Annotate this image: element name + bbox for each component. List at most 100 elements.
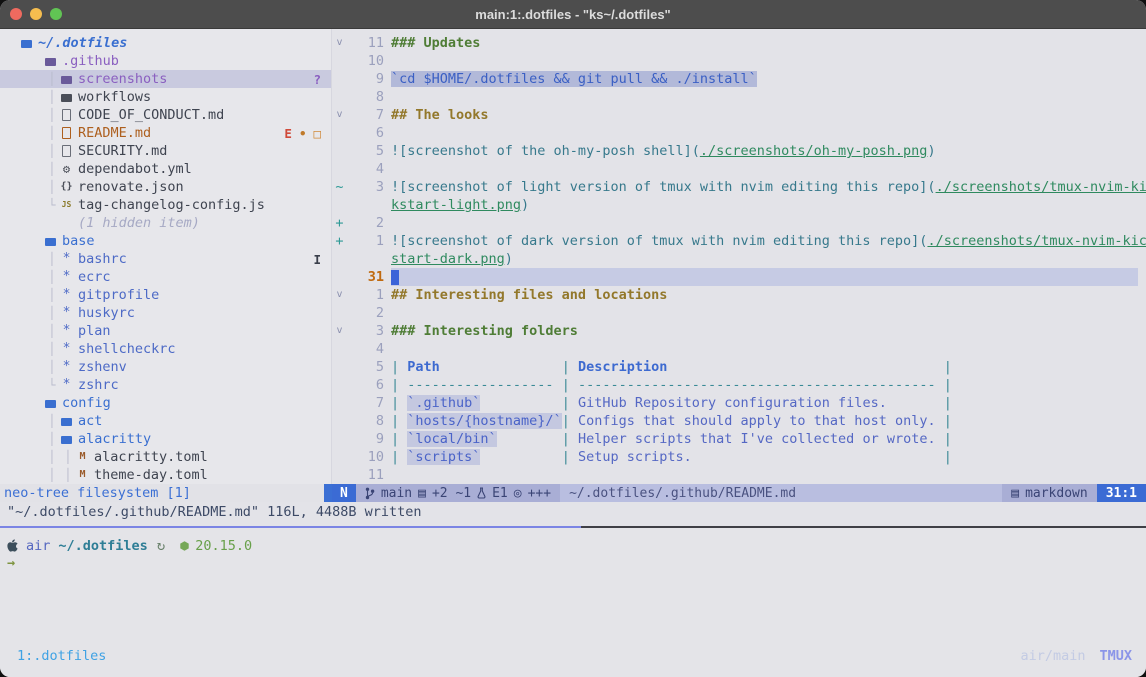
syntax-segment: ### Updates bbox=[391, 35, 480, 51]
editor-line[interactable]: start-dark.png) bbox=[332, 250, 1146, 268]
syntax-segment: kstart-light.png bbox=[391, 197, 521, 213]
editor-line[interactable]: 9| `local/bin` | Helper scripts that I'v… bbox=[332, 430, 1146, 448]
fold-marker[interactable]: v bbox=[332, 34, 347, 52]
tree-item-zshenv[interactable]: │*zshenv bbox=[0, 358, 331, 376]
line-number: 4 bbox=[347, 340, 391, 358]
mode-indicator: N bbox=[332, 484, 356, 502]
tree-item-alacritty-toml[interactable]: ││Malacritty.toml bbox=[0, 448, 331, 466]
tree-item-plan[interactable]: │*plan bbox=[0, 322, 331, 340]
gutter bbox=[332, 88, 347, 106]
tree-item-code-of-conduct-md[interactable]: │CODE_OF_CONDUCT.md bbox=[0, 106, 331, 124]
folder-icon bbox=[60, 92, 73, 102]
fold-marker[interactable]: v bbox=[332, 322, 347, 340]
tree-item-badge: I bbox=[313, 252, 321, 267]
editor-line[interactable]: 6| ------------------ | ----------------… bbox=[332, 376, 1146, 394]
editor-line[interactable]: v3### Interesting folders bbox=[332, 322, 1146, 340]
tree-guide: │ bbox=[44, 286, 60, 304]
editor-line[interactable]: v7## The looks bbox=[332, 106, 1146, 124]
tree-guide: └ bbox=[44, 376, 60, 394]
tree-item-ecrc[interactable]: │*ecrc bbox=[0, 268, 331, 286]
syntax-segment: ./screenshots/oh-my-posh.png bbox=[700, 143, 928, 159]
minimize-button[interactable] bbox=[30, 8, 42, 20]
tree-item-bashrc[interactable]: │*bashrcI bbox=[0, 250, 331, 268]
star-icon: * bbox=[60, 250, 73, 268]
git-sign: + bbox=[332, 214, 347, 232]
zoom-button[interactable] bbox=[50, 8, 62, 20]
line-text bbox=[391, 214, 1146, 232]
tree-item-gitprofile[interactable]: │*gitprofile bbox=[0, 286, 331, 304]
tree-item-label: act bbox=[78, 412, 102, 430]
line-text: | `local/bin` | Helper scripts that I've… bbox=[391, 430, 1146, 448]
editor-line[interactable]: +2 bbox=[332, 214, 1146, 232]
tree-item-github[interactable]: .github bbox=[0, 52, 331, 70]
editor-line[interactable]: 4 bbox=[332, 160, 1146, 178]
tree-item-dependabot-yml[interactable]: │⚙dependabot.yml bbox=[0, 160, 331, 178]
gutter bbox=[332, 430, 347, 448]
tree-item-config[interactable]: config bbox=[0, 394, 331, 412]
tree-item-shellcheckrc[interactable]: │*shellcheckrc bbox=[0, 340, 331, 358]
editor-line[interactable]: 7| `.github` | GitHub Repository configu… bbox=[332, 394, 1146, 412]
toml-icon: M bbox=[76, 448, 89, 466]
syntax-segment: Path bbox=[407, 359, 440, 375]
tree-item-act[interactable]: │act bbox=[0, 412, 331, 430]
tmux-window-label[interactable]: 1:.dotfiles bbox=[17, 648, 106, 664]
editor-line[interactable]: v11### Updates bbox=[332, 34, 1146, 52]
line-number: 6 bbox=[347, 376, 391, 394]
line-text: ## The looks bbox=[391, 106, 1146, 124]
tree-item-huskyrc[interactable]: │*huskyrc bbox=[0, 304, 331, 322]
tree-item-renovate-json[interactable]: │{}renovate.json bbox=[0, 178, 331, 196]
tree-item-dotfiles[interactable]: ~/.dotfiles bbox=[0, 34, 331, 52]
editor-line[interactable]: 5| Path | Description | bbox=[332, 358, 1146, 376]
syntax-segment bbox=[497, 431, 562, 447]
tree-item-theme-day-toml[interactable]: ││Mtheme-day.toml bbox=[0, 466, 331, 484]
editor-line[interactable]: 4 bbox=[332, 340, 1146, 358]
tree-item-label: CODE_OF_CONDUCT.md bbox=[78, 106, 224, 124]
tree-guide: │ bbox=[44, 358, 60, 376]
tree-item-label: shellcheckrc bbox=[78, 340, 176, 358]
editor-line[interactable]: kstart-light.png) bbox=[332, 196, 1146, 214]
tree-item-alacritty[interactable]: │alacritty bbox=[0, 430, 331, 448]
tree-item-label: ~/.dotfiles bbox=[38, 34, 127, 52]
tree-item-readme-md[interactable]: │README.mdE•□ bbox=[0, 124, 331, 142]
editor-line[interactable]: +1![screenshot of dark version of tmux w… bbox=[332, 232, 1146, 250]
tree-item-label: tag-changelog-config.js bbox=[78, 196, 265, 214]
editor-line[interactable]: 10| `scripts` | Setup scripts. | bbox=[332, 448, 1146, 466]
tree-item-base[interactable]: base bbox=[0, 232, 331, 250]
fold-marker[interactable]: v bbox=[332, 106, 347, 124]
editor-line[interactable]: 8| `hosts/{hostname}/`| Configs that sho… bbox=[332, 412, 1146, 430]
tree-item-label: screenshots bbox=[78, 70, 167, 88]
editor-line[interactable]: 31 bbox=[332, 268, 1146, 286]
editor-line[interactable]: v1## Interesting files and locations bbox=[332, 286, 1146, 304]
tree-item-badge: □ bbox=[313, 126, 321, 141]
tree-item-label: workflows bbox=[78, 88, 151, 106]
editor-line[interactable]: 10 bbox=[332, 52, 1146, 70]
git-segment: main ▤ +2 ~1 E1 ◎ +++ bbox=[356, 484, 560, 502]
line-number: 9 bbox=[347, 430, 391, 448]
editor-line[interactable]: 6 bbox=[332, 124, 1146, 142]
folder-icon bbox=[60, 74, 73, 84]
tree-item-tag-changelog-config-js[interactable]: └JStag-changelog-config.js bbox=[0, 196, 331, 214]
close-button[interactable] bbox=[10, 8, 22, 20]
fold-marker[interactable]: v bbox=[332, 286, 347, 304]
editor-line[interactable]: 11 bbox=[332, 466, 1146, 484]
tree-guide: │ bbox=[44, 250, 60, 268]
shell-pane[interactable]: air ~/.dotfiles ↻ 20.15.0 → 1:.dotfiles … bbox=[0, 528, 1146, 677]
tree-item-screenshots[interactable]: │screenshots? bbox=[0, 70, 331, 88]
shell-input-line[interactable]: → bbox=[7, 555, 1146, 573]
tree-item-security-md[interactable]: │SECURITY.md bbox=[0, 142, 331, 160]
syntax-segment bbox=[480, 395, 561, 411]
editor-pane[interactable]: v11### Updates109`cd $HOME/.dotfiles && … bbox=[332, 29, 1146, 502]
editor-line[interactable]: ~3![screenshot of light version of tmux … bbox=[332, 178, 1146, 196]
editor-buffer[interactable]: v11### Updates109`cd $HOME/.dotfiles && … bbox=[332, 29, 1146, 484]
editor-line[interactable]: 8 bbox=[332, 88, 1146, 106]
tree-item-zshrc[interactable]: └*zshrc bbox=[0, 376, 331, 394]
editor-line[interactable]: 5![screenshot of the oh-my-posh shell](.… bbox=[332, 142, 1146, 160]
editor-line[interactable]: 9`cd $HOME/.dotfiles && git pull && ./in… bbox=[332, 70, 1146, 88]
syntax-segment: | bbox=[562, 359, 578, 375]
git-branch-icon bbox=[365, 487, 375, 500]
tree-item-1-hidden-item[interactable]: (1 hidden item) bbox=[0, 214, 331, 232]
line-text bbox=[391, 160, 1146, 178]
editor-line[interactable]: 2 bbox=[332, 304, 1146, 322]
tree-item-workflows[interactable]: │workflows bbox=[0, 88, 331, 106]
folder-icon bbox=[60, 416, 73, 426]
